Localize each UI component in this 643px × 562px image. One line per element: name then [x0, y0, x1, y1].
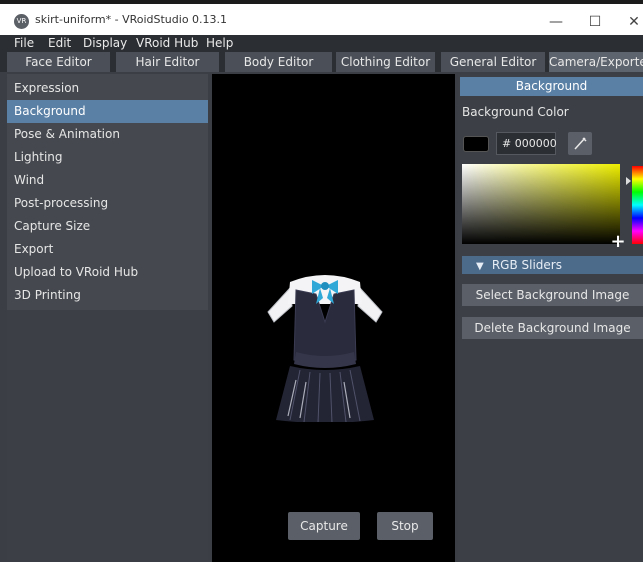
- sidebar-empty-area: [7, 310, 208, 560]
- sidebar-item-background[interactable]: Background: [7, 100, 208, 123]
- background-panel: Background Background Color # 000000 + ▼…: [458, 74, 643, 562]
- eyedropper-icon: [574, 137, 587, 150]
- app-icon: VR: [14, 14, 29, 29]
- menu-bar: File Edit Display VRoid Hub Help: [0, 35, 643, 52]
- minimize-button[interactable]: —: [539, 8, 573, 36]
- tab-camera-exporter[interactable]: Camera/Exporter: [549, 52, 643, 72]
- sidebar-item-capture-size[interactable]: Capture Size: [7, 215, 208, 238]
- hex-value: 000000: [514, 137, 557, 150]
- background-color-label: Background Color: [462, 105, 569, 119]
- color-cursor[interactable]: +: [610, 233, 626, 251]
- panel-header: Background: [460, 77, 643, 96]
- tab-hair-editor[interactable]: Hair Editor: [116, 52, 219, 72]
- menu-file[interactable]: File: [14, 35, 34, 52]
- tab-face-editor[interactable]: Face Editor: [7, 52, 110, 72]
- maximize-button[interactable]: ☐: [578, 8, 612, 36]
- tab-clothing-editor[interactable]: Clothing Editor: [336, 52, 435, 72]
- sidebar-item-post-processing[interactable]: Post-processing: [7, 192, 208, 215]
- saturation-value-picker[interactable]: [462, 164, 620, 244]
- hex-prefix: #: [502, 137, 512, 150]
- uniform-model: [267, 275, 383, 422]
- menu-help[interactable]: Help: [206, 35, 233, 52]
- tab-body-editor[interactable]: Body Editor: [225, 52, 332, 72]
- rgb-sliders-toggle[interactable]: ▼ RGB Sliders: [462, 256, 643, 274]
- delete-background-image-button[interactable]: Delete Background Image: [462, 317, 643, 339]
- menu-edit[interactable]: Edit: [48, 35, 71, 52]
- capture-button[interactable]: Capture: [288, 512, 360, 540]
- hue-marker[interactable]: [626, 177, 631, 185]
- menu-vroid-hub[interactable]: VRoid Hub: [136, 35, 198, 52]
- sidebar-item-expression[interactable]: Expression: [7, 77, 208, 100]
- tab-general-editor[interactable]: General Editor: [441, 52, 545, 72]
- title-bar: VR skirt-uniform* - VRoidStudio 0.13.1 —…: [0, 0, 643, 35]
- hue-slider[interactable]: [632, 166, 643, 244]
- close-button[interactable]: ✕: [617, 8, 643, 36]
- sidebar-item-3d-printing[interactable]: 3D Printing: [7, 284, 208, 307]
- color-swatch[interactable]: [463, 136, 489, 152]
- sidebar-item-pose-animation[interactable]: Pose & Animation: [7, 123, 208, 146]
- editor-tabs: Face Editor Hair Editor Body Editor Clot…: [0, 52, 643, 72]
- select-background-image-button[interactable]: Select Background Image: [462, 284, 643, 306]
- window-title: skirt-uniform* - VRoidStudio 0.13.1: [35, 13, 228, 26]
- color-picker-button[interactable]: [568, 132, 592, 155]
- sidebar-item-export[interactable]: Export: [7, 238, 208, 261]
- menu-display[interactable]: Display: [83, 35, 127, 52]
- rgb-sliders-label: RGB Sliders: [491, 258, 562, 272]
- sidebar-item-lighting[interactable]: Lighting: [7, 146, 208, 169]
- hex-color-input[interactable]: # 000000: [496, 132, 557, 155]
- sidebar-item-wind[interactable]: Wind: [7, 169, 208, 192]
- model-viewport[interactable]: Capture Stop: [212, 74, 455, 562]
- chevron-down-icon: ▼: [476, 261, 484, 272]
- sidebar: Expression Background Pose & Animation L…: [7, 74, 208, 310]
- stop-button[interactable]: Stop: [377, 512, 433, 540]
- sidebar-item-upload-vroid-hub[interactable]: Upload to VRoid Hub: [7, 261, 208, 284]
